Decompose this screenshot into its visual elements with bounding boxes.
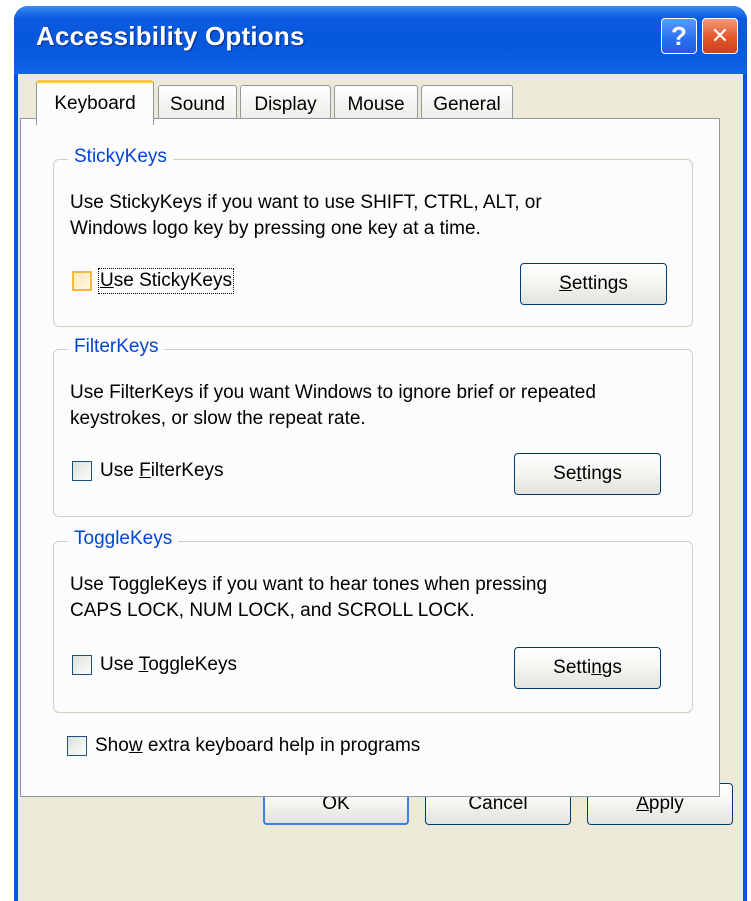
show-extra-keyboard-help-checkbox[interactable]: Show extra keyboard help in programs: [67, 735, 420, 757]
checkbox-box[interactable]: [72, 271, 92, 291]
close-icon: ✕: [710, 23, 730, 48]
window-title: Accessibility Options: [36, 21, 305, 51]
filterkeys-settings-button[interactable]: Settings: [514, 453, 661, 495]
tab-label: Mouse: [347, 94, 405, 115]
help-icon: ?: [671, 21, 687, 51]
group-legend: StickyKeys: [68, 146, 173, 168]
checkbox-label: Use ToggleKeys: [100, 654, 237, 675]
button-label: Settings: [553, 657, 622, 678]
keyboard-tab-pane: StickyKeys Use StickyKeys if you want to…: [20, 118, 720, 797]
help-button[interactable]: ?: [661, 18, 697, 54]
filterkeys-description: Use FilterKeys if you want Windows to ig…: [70, 380, 682, 432]
checkbox-label: Show extra keyboard help in programs: [95, 735, 421, 756]
description-line: Use FilterKeys if you want Windows to ig…: [70, 382, 596, 403]
tab-label: General: [433, 94, 501, 115]
tab-label: Display: [254, 94, 317, 115]
use-stickykeys-checkbox[interactable]: Use StickyKeys: [72, 268, 234, 294]
use-togglekeys-checkbox[interactable]: Use ToggleKeys: [72, 654, 237, 676]
close-button[interactable]: ✕: [702, 18, 738, 54]
description-line: CAPS LOCK, NUM LOCK, and SCROLL LOCK.: [70, 600, 475, 621]
description-line: keystrokes, or slow the repeat rate.: [70, 408, 366, 429]
togglekeys-settings-button[interactable]: Settings: [514, 647, 661, 689]
tab-label: Keyboard: [54, 93, 136, 114]
stickykeys-description: Use StickyKeys if you want to use SHIFT,…: [70, 190, 682, 242]
tab-keyboard[interactable]: Keyboard: [36, 80, 154, 125]
checkbox-box[interactable]: [72, 655, 92, 675]
checkbox-label: Use StickyKeys: [98, 268, 234, 294]
stickykeys-group: StickyKeys Use StickyKeys if you want to…: [53, 146, 693, 327]
button-label: Settings: [559, 273, 628, 294]
checkbox-label: Use FilterKeys: [100, 460, 224, 481]
group-legend: ToggleKeys: [68, 528, 179, 550]
group-legend: FilterKeys: [68, 336, 165, 358]
description-line: Use ToggleKeys if you want to hear tones…: [70, 574, 548, 595]
title-bar[interactable]: Accessibility Options ? ✕: [14, 6, 747, 74]
use-filterkeys-checkbox[interactable]: Use FilterKeys: [72, 460, 224, 482]
description-line: Use StickyKeys if you want to use SHIFT,…: [70, 192, 542, 213]
filterkeys-group: FilterKeys Use FilterKeys if you want Wi…: [53, 336, 693, 517]
checkbox-box[interactable]: [67, 736, 87, 756]
checkbox-box[interactable]: [72, 461, 92, 481]
togglekeys-group: ToggleKeys Use ToggleKeys if you want to…: [53, 528, 693, 713]
tab-label: Sound: [170, 94, 225, 115]
togglekeys-description: Use ToggleKeys if you want to hear tones…: [70, 572, 682, 624]
button-label: Settings: [553, 463, 622, 484]
description-line: Windows logo key by pressing one key at …: [70, 218, 481, 239]
stickykeys-settings-button[interactable]: Settings: [520, 263, 667, 305]
